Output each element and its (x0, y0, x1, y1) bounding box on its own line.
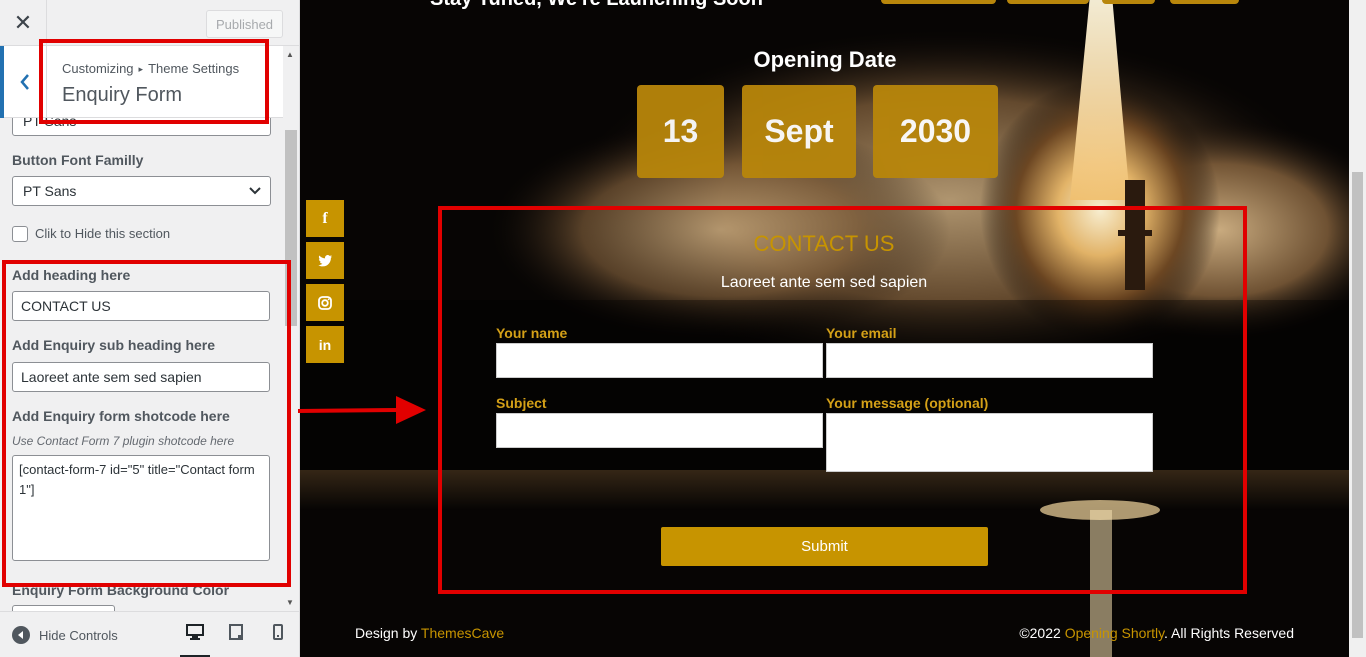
annotation-box-form (438, 206, 1247, 594)
copyright-text: ©2022 (1019, 625, 1065, 641)
customizer-footer: Hide Controls (0, 611, 299, 657)
linkedin-link[interactable]: in (306, 326, 344, 363)
desktop-icon (186, 624, 204, 640)
date-year-box: 2030 (873, 85, 998, 178)
button-font-label: Button Font Familly (12, 152, 144, 168)
countdown-box (1170, 0, 1239, 4)
close-icon: ✕ (13, 10, 33, 35)
tablet-icon (229, 624, 243, 640)
desktop-preview-button[interactable] (180, 624, 210, 657)
hide-section-checkbox[interactable] (12, 226, 28, 242)
rights-text: . All Rights Reserved (1164, 625, 1294, 641)
countdown-box (1102, 0, 1155, 4)
chevron-down-icon (249, 187, 261, 195)
date-month-box: Sept (742, 85, 856, 178)
button-font-select[interactable]: PT Sans (12, 176, 271, 206)
collapse-icon (12, 626, 30, 644)
hide-controls-label: Hide Controls (39, 627, 118, 643)
mobile-icon (273, 624, 283, 640)
hide-section-label: Clik to Hide this section (35, 226, 171, 241)
preview-scroll-thumb[interactable] (1352, 172, 1363, 638)
launch-heading: Stay Tuned, We're Launching Soon (430, 0, 763, 11)
button-font-value: PT Sans (23, 183, 77, 199)
published-button[interactable]: Published (206, 10, 283, 38)
linkedin-icon: in (318, 336, 332, 353)
footer-credit: Design by ThemesCave (355, 625, 504, 641)
annotation-box-controls (2, 260, 291, 587)
countdown-box (1007, 0, 1089, 4)
footer-copyright: ©2022 Opening Shortly. All Rights Reserv… (1019, 625, 1294, 641)
annotation-box-section (39, 39, 269, 124)
scroll-up-icon[interactable]: ▲ (286, 50, 294, 59)
site-link[interactable]: Opening Shortly (1065, 625, 1164, 641)
tablet-preview-button[interactable] (221, 624, 251, 657)
instagram-icon (318, 295, 332, 310)
opening-date-title: Opening Date (753, 47, 897, 72)
countdown-box (881, 0, 996, 4)
scroll-down-icon[interactable]: ▼ (286, 598, 294, 607)
date-day-box: 13 (637, 85, 724, 178)
facebook-icon: f (322, 209, 328, 227)
hide-controls-button[interactable]: Hide Controls (12, 626, 118, 644)
themescave-link[interactable]: ThemesCave (421, 625, 504, 641)
design-by-text: Design by (355, 625, 421, 641)
chevron-left-icon (20, 74, 29, 90)
annotation-arrow-icon (297, 396, 426, 424)
mobile-preview-button[interactable] (263, 624, 293, 657)
